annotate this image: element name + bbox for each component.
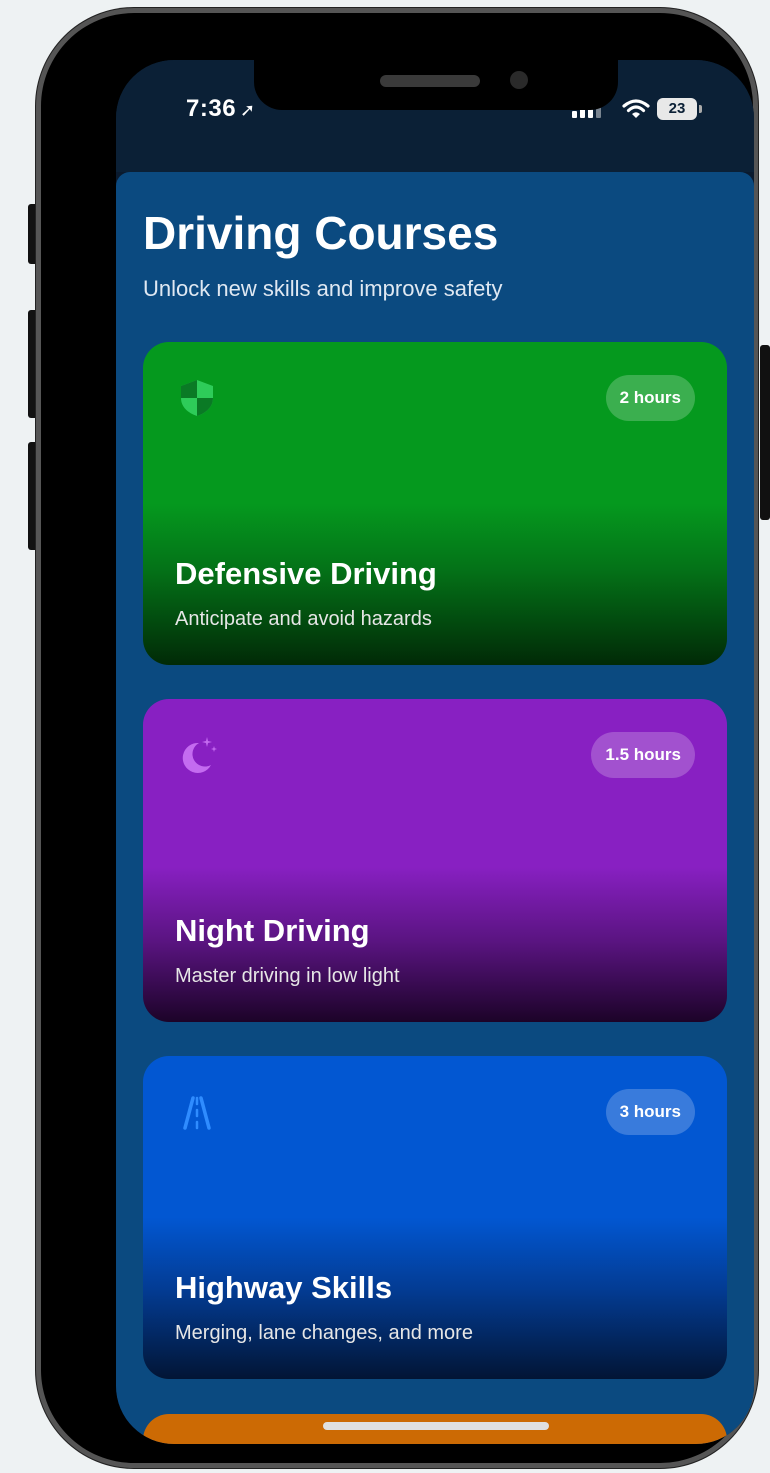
course-title: Night Driving xyxy=(175,913,370,948)
course-card-highway-skills[interactable]: 3 hours Highway Skills Merging, lane cha… xyxy=(143,1056,727,1379)
shield-icon xyxy=(181,380,213,416)
course-card-night-driving[interactable]: 1.5 hours Night Driving Master driving i… xyxy=(143,699,727,1022)
moon-stars-icon xyxy=(182,737,217,773)
status-time: 7:36 ➚ xyxy=(186,95,256,123)
courses-sheet[interactable]: Driving Courses Unlock new skills and im… xyxy=(116,172,754,1444)
front-camera xyxy=(510,71,528,89)
home-indicator[interactable] xyxy=(323,1422,549,1430)
power-button xyxy=(760,345,770,520)
time-text: 7:36 xyxy=(186,95,237,122)
speaker-grille xyxy=(380,75,480,87)
duration-badge: 2 hours xyxy=(605,375,695,421)
notch xyxy=(254,60,618,110)
page-subtitle: Unlock new skills and improve safety xyxy=(143,276,503,301)
wifi-icon xyxy=(622,99,650,118)
course-card-defensive-driving[interactable]: 2 hours Defensive Driving Anticipate and… xyxy=(143,342,727,665)
duration-badge: 1.5 hours xyxy=(591,732,695,778)
battery-indicator: 23 xyxy=(657,98,702,120)
page-title: Driving Courses xyxy=(143,207,499,259)
duration-badge: 3 hours xyxy=(605,1089,695,1135)
course-description: Merging, lane changes, and more xyxy=(175,1322,473,1344)
status-bar: 7:36 ➚ 23 xyxy=(116,60,754,172)
course-description: Anticipate and avoid hazards xyxy=(175,608,432,630)
phone-frame: 7:36 ➚ 23 Driving Courses Unlock new skil… xyxy=(36,8,758,1468)
course-title: Highway Skills xyxy=(175,1270,393,1305)
screen: 7:36 ➚ 23 Driving Courses Unlock new skil… xyxy=(116,60,754,1444)
course-description: Master driving in low light xyxy=(175,965,400,987)
road-icon xyxy=(183,1096,211,1130)
course-title: Defensive Driving xyxy=(175,556,437,591)
location-arrow-icon: ➚ xyxy=(240,100,256,120)
